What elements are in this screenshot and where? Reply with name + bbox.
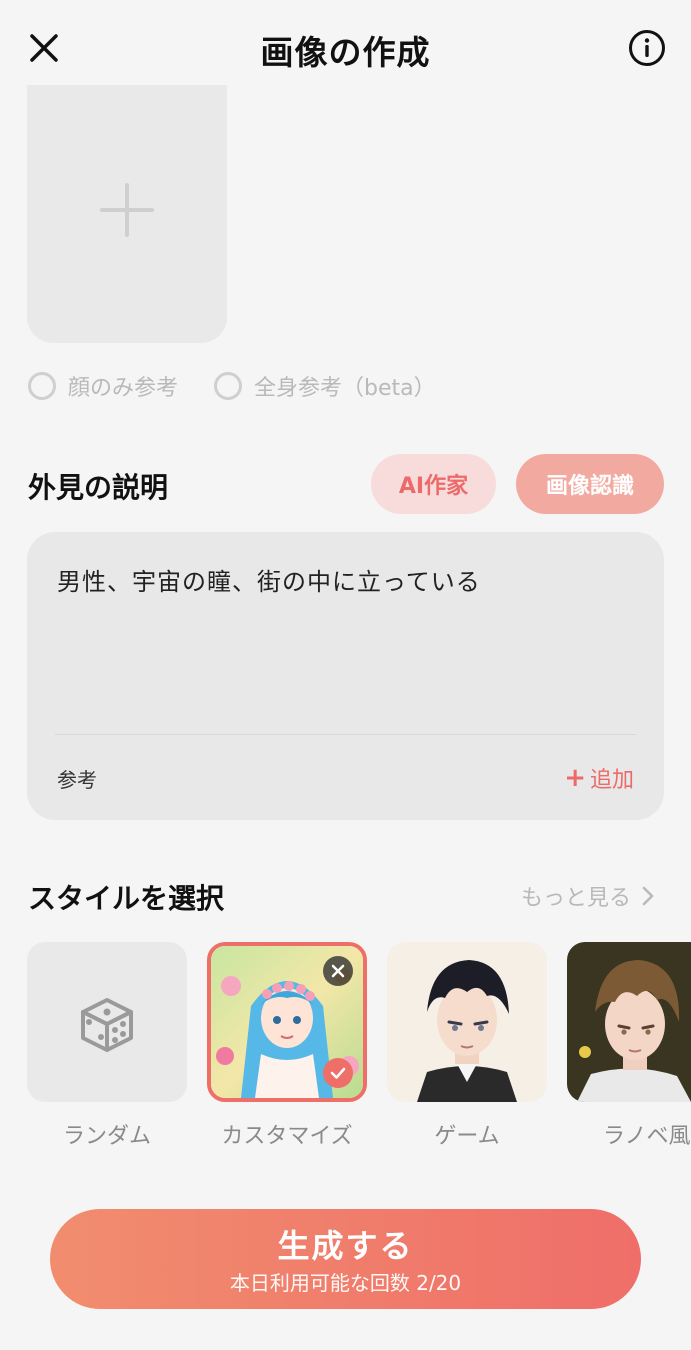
style-section-title: スタイルを選択 — [28, 882, 225, 915]
add-reference-button[interactable]: + 追加 — [564, 762, 634, 794]
style-label-light-novel: ラノベ風 — [603, 1124, 691, 1149]
info-icon — [629, 30, 665, 66]
dice-icon — [81, 998, 133, 1052]
style-tile-light-novel[interactable] — [567, 942, 691, 1102]
style-label-game: ゲーム — [434, 1124, 500, 1149]
radio-label: 全身参考（beta） — [254, 376, 436, 401]
generate-button[interactable]: 生成する 本日利用可能な回数 2/20 — [50, 1209, 641, 1309]
plus-icon: + — [564, 763, 586, 793]
appearance-section-title: 外見の説明 — [28, 471, 169, 504]
header: 画像の作成 — [0, 0, 691, 96]
add-label: 追加 — [589, 768, 634, 793]
image-recognition-button[interactable]: 画像認識 — [516, 454, 664, 514]
divider — [55, 734, 636, 735]
reference-image-upload[interactable] — [27, 85, 227, 343]
generate-label: 生成する — [277, 1227, 414, 1265]
chevron-right-icon — [642, 886, 654, 906]
description-input[interactable]: 男性、宇宙の瞳、街の中に立っている — [57, 562, 481, 597]
style-label-customize: カスタマイズ — [221, 1124, 353, 1149]
reference-mode-options: 顔のみ参考 全身参考（beta） — [28, 368, 472, 404]
remove-custom-style-button[interactable] — [323, 956, 353, 986]
radio-circle-icon — [214, 372, 243, 400]
ai-writer-button[interactable]: AI作家 — [371, 454, 496, 514]
remaining-count-label: 本日利用可能な回数 2/20 — [229, 1271, 462, 1295]
anime-boy-brown-hair-thumbnail — [567, 942, 691, 1102]
info-button[interactable] — [627, 28, 667, 68]
style-tile-random[interactable] — [27, 942, 187, 1102]
close-icon — [331, 964, 345, 978]
radio-face-only[interactable]: 顔のみ参考 — [28, 370, 178, 402]
selected-check-badge — [323, 1058, 353, 1088]
see-more-label: もっと見る — [520, 886, 631, 911]
radio-label: 顔のみ参考 — [68, 376, 179, 401]
check-icon — [330, 1067, 346, 1079]
page-title: 画像の作成 — [260, 33, 431, 72]
plus-icon — [100, 183, 154, 237]
style-tile-customize[interactable] — [207, 942, 367, 1102]
radio-full-body[interactable]: 全身参考（beta） — [214, 370, 436, 402]
radio-circle-icon — [28, 372, 56, 400]
style-tile-game[interactable] — [387, 942, 547, 1102]
appearance-description-card: 男性、宇宙の瞳、街の中に立っている 参考 + 追加 — [27, 532, 664, 820]
style-label-random: ランダム — [62, 1124, 151, 1149]
reference-label: 参考 — [57, 768, 97, 792]
anime-boy-thumbnail — [387, 942, 547, 1102]
see-more-link[interactable]: もっと見る — [521, 880, 655, 912]
